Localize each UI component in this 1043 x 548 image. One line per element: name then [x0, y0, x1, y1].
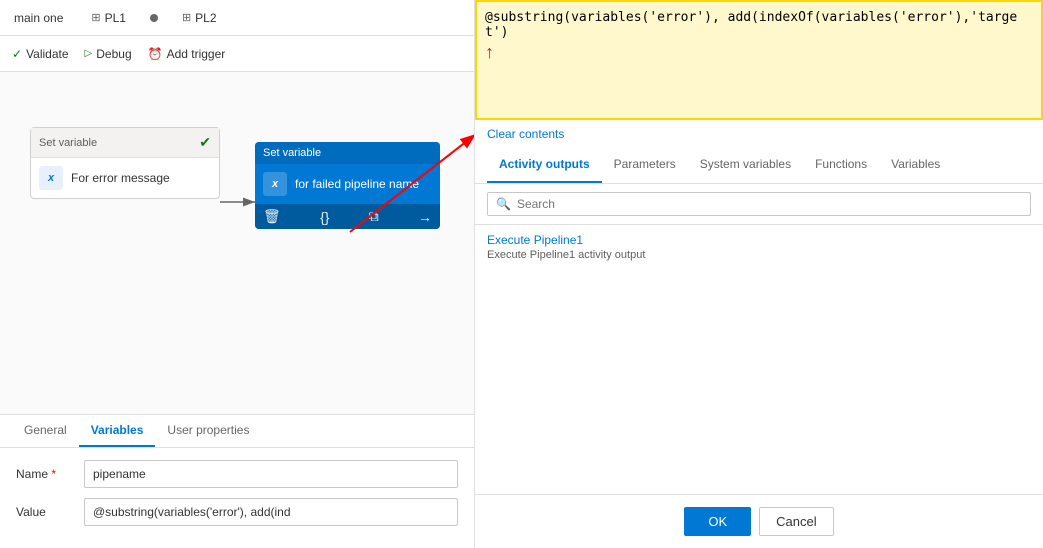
add-trigger-icon: ⏰ [148, 47, 163, 61]
toolbar: ✓ Validate ▷ Debug ⏰ Add trigger [0, 36, 474, 72]
form-name-label-text: Name [16, 467, 48, 481]
form-name-required: * [51, 467, 56, 481]
tab-bar: main one ⊞ PL1 ⊞ PL2 [0, 0, 474, 36]
right-panel: ↑ @substring(variables('error'), add(ind… [475, 0, 1043, 548]
form-value-label: Value [16, 505, 76, 519]
set-variable-node-1[interactable]: Set variable ✔ x For error message [30, 127, 220, 199]
form-value-input[interactable] [84, 498, 458, 526]
tab-general[interactable]: General [12, 415, 79, 447]
node2-label: for failed pipeline name [295, 177, 419, 191]
tab-variables-label: Variables [91, 423, 144, 437]
pl1-icon: ⊞ [91, 11, 100, 24]
expression-text: @substring(variables('error'), add(index… [485, 10, 1033, 40]
right-tab-activity-outputs[interactable]: Activity outputs [487, 147, 602, 183]
search-box: 🔍 [487, 192, 1031, 216]
form-name-input[interactable] [84, 460, 458, 488]
search-input[interactable] [517, 197, 1022, 211]
node2-label-text: for failed pipeline name [295, 177, 419, 191]
ok-button[interactable]: OK [684, 507, 751, 536]
tab-variables[interactable]: Variables [79, 415, 156, 447]
set-variable-node-2[interactable]: Set variable x for failed pipeline name … [255, 142, 440, 229]
right-tab-variables[interactable]: Variables [879, 147, 952, 183]
bottom-tabs: General Variables User properties [0, 415, 474, 448]
node1-label: For error message [71, 171, 170, 185]
validate-icon: ✓ [12, 47, 22, 61]
add-trigger-button[interactable]: ⏰ Add trigger [148, 47, 226, 61]
tab-pl2-label: PL2 [195, 11, 216, 25]
right-tab-functions[interactable]: Functions [803, 147, 879, 183]
search-box-container: 🔍 [475, 184, 1043, 225]
right-tabs: Activity outputs Parameters System varia… [475, 147, 1043, 184]
node1-body: x For error message [31, 158, 219, 198]
tab-main-one[interactable]: main one [8, 7, 69, 29]
node2-header-title: Set variable [263, 147, 321, 159]
debug-icon: ▷ [85, 48, 93, 59]
node2-icon: x [263, 172, 287, 196]
tab-separator-dot [150, 14, 158, 22]
form-name-label: Name * [16, 467, 76, 481]
left-panel: main one ⊞ PL1 ⊞ PL2 ✓ Validate ▷ Debug [0, 0, 475, 548]
right-tab-system-variables-label: System variables [700, 157, 791, 171]
right-tab-activity-outputs-label: Activity outputs [499, 157, 590, 171]
expression-area: ↑ @substring(variables('error'), add(ind… [475, 0, 1043, 120]
node2-header: Set variable [255, 142, 440, 164]
node2-copy-button[interactable]: ⧉ [369, 208, 379, 225]
activity-list: Execute Pipeline1 Execute Pipeline1 acti… [475, 225, 1043, 269]
form-name-row: Name * [16, 460, 458, 488]
node2-body: x for failed pipeline name [255, 164, 440, 204]
cancel-button[interactable]: Cancel [759, 507, 833, 536]
node1-header-title: Set variable [39, 137, 97, 149]
right-tab-parameters-label: Parameters [614, 157, 676, 171]
form-value-row: Value [16, 498, 458, 526]
node2-next-button[interactable]: → [418, 209, 432, 225]
node1-header: Set variable ✔ [31, 128, 219, 158]
activity-item-subtitle: Execute Pipeline1 activity output [487, 249, 1031, 261]
pl2-icon: ⊞ [182, 11, 191, 24]
tab-main-one-label: main one [14, 11, 63, 25]
node2-toolbar: 🗑 {} ⧉ → [255, 204, 440, 229]
tab-user-properties[interactable]: User properties [155, 415, 261, 447]
tab-general-label: General [24, 423, 67, 437]
node1-icon: x [39, 166, 63, 190]
bottom-section: General Variables User properties Name * [0, 414, 474, 548]
validate-button[interactable]: ✓ Validate [12, 47, 69, 61]
right-tab-functions-label: Functions [815, 157, 867, 171]
activity-item-title[interactable]: Execute Pipeline1 [487, 233, 1031, 247]
node2-code-button[interactable]: {} [320, 209, 329, 225]
debug-button[interactable]: ▷ Debug [85, 47, 132, 61]
activity-item: Execute Pipeline1 Execute Pipeline1 acti… [487, 233, 1031, 261]
tab-pl1[interactable]: ⊞ PL1 [85, 7, 132, 29]
tab-pl2[interactable]: ⊞ PL2 [176, 7, 223, 29]
clear-contents-link[interactable]: Clear contents [487, 127, 564, 141]
search-icon: 🔍 [496, 197, 511, 211]
right-footer: OK Cancel [475, 494, 1043, 548]
tab-user-properties-label: User properties [167, 423, 249, 437]
debug-label: Debug [96, 47, 131, 61]
right-tab-parameters[interactable]: Parameters [602, 147, 688, 183]
form-section: Name * Value [0, 448, 474, 548]
right-tab-system-variables[interactable]: System variables [688, 147, 803, 183]
tab-pl1-label: PL1 [105, 11, 126, 25]
validate-label: Validate [26, 47, 68, 61]
add-trigger-label: Add trigger [167, 47, 226, 61]
clear-contents-container: Clear contents [475, 120, 1043, 147]
node1-success-icon: ✔ [199, 134, 211, 151]
canvas-area: Set variable ✔ x For error message Set v… [0, 72, 474, 414]
right-tab-variables-label: Variables [891, 157, 940, 171]
red-arrow-indicator: ↑ [485, 42, 494, 63]
form-value-label-text: Value [16, 505, 46, 519]
node2-label-container: for failed pipeline name [295, 177, 419, 191]
node2-delete-button[interactable]: 🗑 [263, 208, 281, 225]
